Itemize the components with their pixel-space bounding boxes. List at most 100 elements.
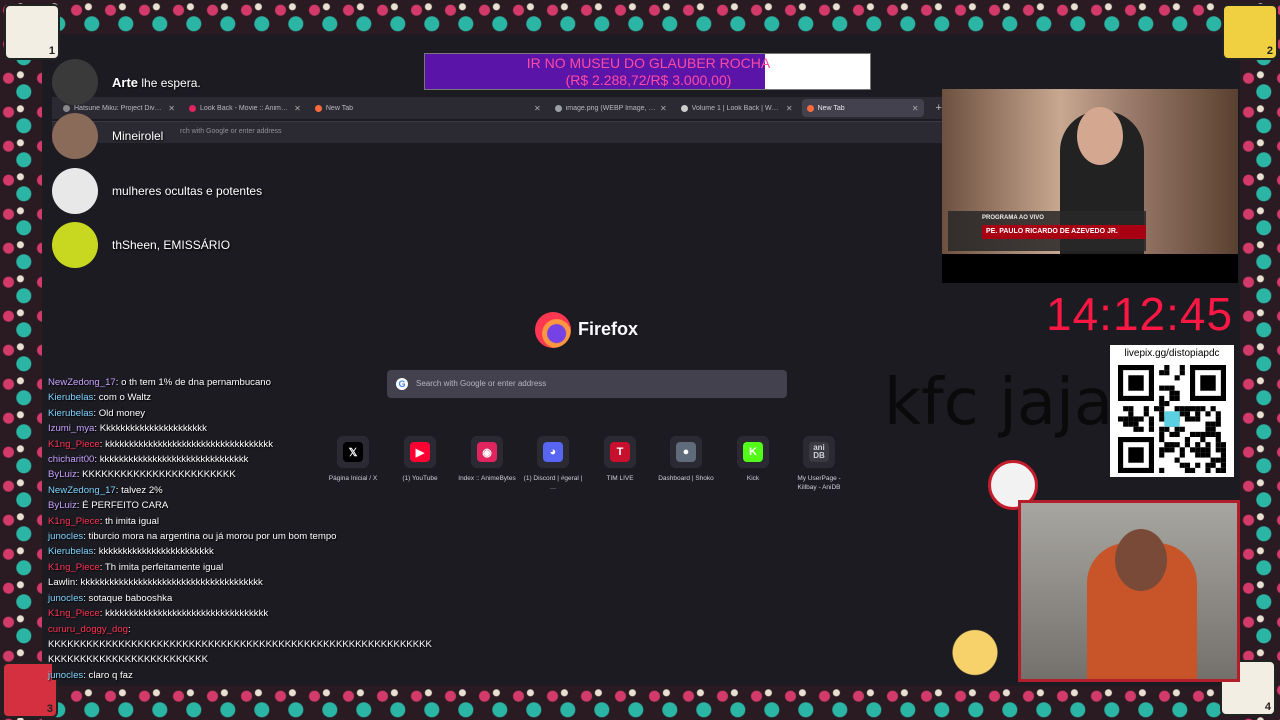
avatar [52,222,98,268]
qr-module [1148,421,1154,427]
chat-username[interactable]: Lawlin [48,577,75,588]
close-icon[interactable]: ✕ [786,104,793,113]
chat-username[interactable]: ByLuiz [48,500,77,511]
chat-text: o th tem 1% de dna pernambucano [121,377,271,388]
cartoon-sticker [940,614,1010,684]
browser-tab[interactable]: New Tab ✕ [310,99,546,117]
chat-username[interactable]: ByLuiz [48,469,77,480]
qr-module [1174,442,1180,448]
chat-message: Kierubelas: Old money [48,406,468,421]
chat-username[interactable]: Kierubelas [48,392,93,403]
webcam-feed [1018,500,1240,682]
qr-module [1174,390,1180,396]
qr-module [1190,467,1196,473]
chat-username[interactable]: Kierubelas [48,408,93,419]
chat-message: KKKKKKKKKKKKKKKKKKKKKKKKKKKKKKKKKKKKKKKK… [48,637,468,652]
close-icon[interactable]: ✕ [294,104,301,113]
stream-caption: kfc jaja [884,366,1114,440]
chat-text: KKKKKKKKKKKKKKKKKKKKKKKKKKKKKKKKKKKKKKKK… [48,638,432,650]
chat-username[interactable]: junocles [48,670,83,681]
qr-module [1128,416,1134,422]
chat-username[interactable]: junocles [48,593,83,604]
qr-module [1179,426,1185,432]
new-tab-button[interactable]: + [936,102,942,114]
qr-module [1200,437,1206,443]
alert-message: mulheres ocultas e potentes [112,184,263,198]
qr-module [1159,406,1165,412]
alert-text: thSheen, EMISSÁRIO [112,238,230,252]
qr-module [1169,447,1175,453]
shortcut-kick[interactable]: K Kick [723,436,783,483]
chat-message: Lawlin: kkkkkkkkkkkkkkkkkkkkkkkkkkkkkkkk… [48,575,468,590]
chat-username[interactable]: Kierubelas [48,546,93,557]
chat-message: NewZedong_17: o th tem 1% de dna pernamb… [48,375,468,390]
chat-separator: : [128,623,131,635]
browser-tab[interactable]: Volume 1 | Look Back | Weekly ✕ [676,99,798,117]
chat-username[interactable]: cururu_doggy_dog [48,624,128,635]
chat-username[interactable]: K1ng_Piece [48,439,100,450]
qr-module [1220,447,1226,453]
qr-module [1190,431,1196,437]
alert-row: Mineirolel [52,113,163,159]
chat-text: claro q faz [88,669,133,681]
qr-module [1205,462,1211,468]
qr-module [1220,442,1226,448]
shortcut-discord[interactable]: ◕ (1) Discord | #geral | … [523,436,583,492]
qr-module [1123,416,1129,422]
url-bar[interactable]: rch with Google or enter address [52,121,942,143]
qr-module [1210,457,1216,463]
decorative-border-top [0,0,1280,34]
shortcut-tim-live[interactable]: T TIM LIVE [590,436,650,483]
qr-module [1138,426,1144,432]
shortcut-shoko[interactable]: ● Dashboard | Shoko [656,436,716,483]
chat-text: kkkkkkkkkkkkkkkkkkkkkkkkkkkkkkkkkk [105,608,269,620]
chat-username[interactable]: chicharit00 [48,454,94,465]
close-icon[interactable]: ✕ [534,104,541,113]
qr-module [1118,416,1124,422]
qr-module [1179,365,1185,371]
qr-module [1128,406,1134,412]
qr-module [1123,421,1129,427]
qr-module [1174,457,1180,463]
avatar [52,168,98,214]
qr-module [1159,426,1165,432]
chat-message: Kierubelas: kkkkkkkkkkkkkkkkkkkkkkkk [48,544,468,559]
qr-module [1215,437,1221,443]
qr-module [1200,406,1206,412]
browser-tab[interactable]: image.png (WEBP Image, 497 × 3… ✕ [550,99,672,117]
chat-username[interactable]: K1ng_Piece [48,562,100,573]
qr-module [1133,416,1139,422]
qr-panel: livepix.gg/distopiapdc [1110,345,1234,477]
qr-module [1159,395,1165,401]
qr-module [1190,447,1196,453]
chat-username[interactable]: Izumi_mya [48,423,94,434]
qr-module [1169,395,1175,401]
qr-module [1200,447,1206,453]
shortcut-anidb[interactable]: ani DB My UserPage - Killbay - AniDB [789,436,849,492]
chat-username[interactable]: K1ng_Piece [48,608,100,619]
chat-username[interactable]: junocles [48,531,83,542]
tab-title: Look Back - Movie :: AnimeBytes [199,104,290,112]
qr-module [1164,426,1170,432]
close-icon[interactable]: ✕ [660,104,667,113]
qr-module [1190,416,1196,422]
chat-text: Kkkkkkkkkkkkkkkkkkkkkk [99,423,207,435]
qr-module [1164,370,1170,376]
qr-module [1164,447,1170,453]
chat-username[interactable]: NewZedong_17 [48,485,116,496]
close-icon[interactable]: ✕ [912,104,919,113]
chat-username[interactable]: K1ng_Piece [48,516,100,527]
host-name: PE. PAULO RICARDO DE AZEVEDO JR. [982,225,1146,239]
qr-module [1159,411,1165,417]
qr-module [1220,467,1226,473]
qr-module [1195,452,1201,458]
chat-text: Old money [98,407,146,419]
chat-username[interactable]: NewZedong_17 [48,377,116,388]
qr-module [1159,447,1165,453]
chat-text: talvez 2% [121,484,163,496]
alert-row: Arte lhe espera. [52,59,201,105]
browser-tab[interactable]: Look Back - Movie :: AnimeBytes ✕ [184,99,306,117]
browser-tab-active[interactable]: New Tab ✕ [801,99,924,117]
avatar [52,113,98,159]
qr-code-icon [1118,365,1226,473]
